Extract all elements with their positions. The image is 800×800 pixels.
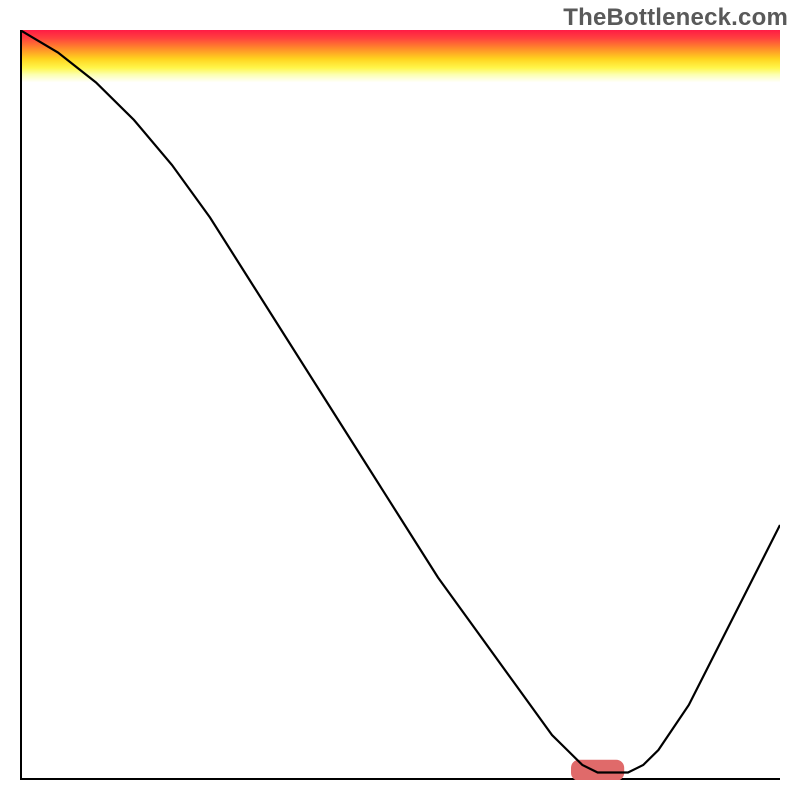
chart-svg — [20, 30, 780, 780]
bottleneck-curve — [20, 30, 780, 773]
gradient-background — [20, 30, 780, 83]
chart-plot-area — [20, 30, 780, 780]
watermark-text: TheBottleneck.com — [563, 4, 788, 32]
chart-container: TheBottleneck.com — [0, 0, 800, 800]
